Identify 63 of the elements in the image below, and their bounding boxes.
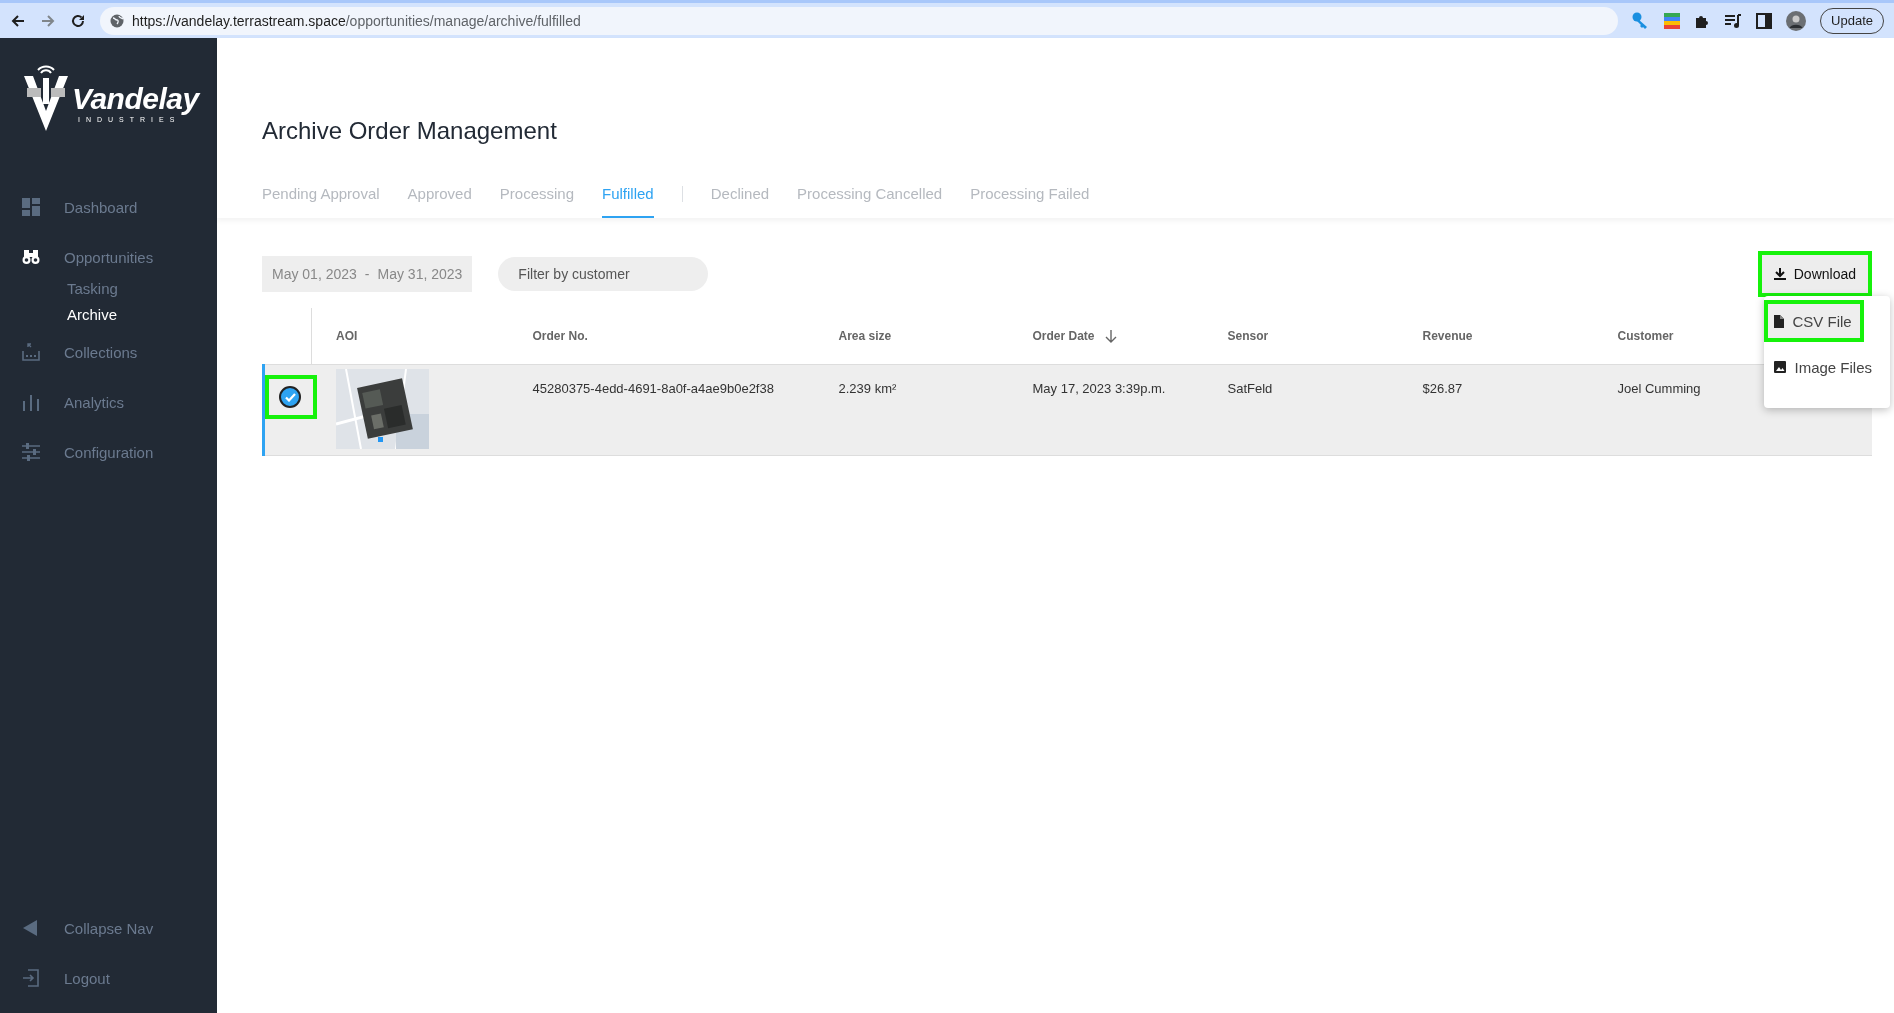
side-panel-icon[interactable] xyxy=(1756,12,1773,29)
row-checkbox[interactable] xyxy=(279,386,301,408)
table-cell: SatFeld xyxy=(1227,381,1273,396)
table-cell: 2.239 km² xyxy=(838,381,897,396)
binoculars-icon xyxy=(22,248,40,266)
triangle-left-icon xyxy=(22,919,40,937)
column-header[interactable]: Customer xyxy=(1617,329,1674,343)
url-text: https://vandelay.terrastream.space/opportunities/manage/archive/fulfilled xyxy=(132,12,581,29)
date-range-field[interactable]: May 01, 2023 - May 31, 2023 xyxy=(262,256,473,292)
tray-icon xyxy=(22,343,40,361)
tab[interactable]: Declined xyxy=(710,185,770,218)
brand-name: Vandelay xyxy=(72,82,199,116)
column-header[interactable]: Area size xyxy=(838,329,892,343)
avatar-icon[interactable] xyxy=(1786,10,1807,31)
logout-icon xyxy=(22,969,40,987)
date-separator: - xyxy=(364,266,370,282)
tab[interactable]: Processing Failed xyxy=(970,185,1090,218)
tab[interactable]: Processing Cancelled xyxy=(797,185,943,218)
stacked-bars-icon[interactable] xyxy=(1664,11,1681,30)
sliders-icon xyxy=(22,443,40,461)
tab[interactable]: Approved xyxy=(407,185,472,218)
bar-chart-icon xyxy=(22,393,40,411)
nav-item[interactable]: Opportunities xyxy=(0,232,217,282)
check-icon xyxy=(284,392,296,402)
tab[interactable]: Pending Approval xyxy=(262,185,380,218)
end-date: May 31, 2023 xyxy=(377,266,463,282)
table-cell: Joel Cumming xyxy=(1617,381,1701,396)
globe-icon xyxy=(110,13,124,28)
nav-item[interactable]: Logout xyxy=(0,953,217,1003)
table-cell: 45280375-4edd-4691-8a0f-a4ae9b0e2f38 xyxy=(532,381,774,396)
reload-icon[interactable] xyxy=(70,12,86,29)
address-bar[interactable]: https://vandelay.terrastream.space/opportunities/manage/archive/fulfilled xyxy=(100,6,1619,35)
menu-item[interactable]: Image Files xyxy=(1768,350,1880,384)
forward-icon[interactable] xyxy=(40,12,56,29)
update-button[interactable]: Update xyxy=(1820,7,1884,34)
nav-item[interactable]: Collections xyxy=(0,327,217,377)
tab[interactable]: Processing xyxy=(499,185,574,218)
nav-subitem[interactable]: Archive xyxy=(67,306,118,323)
dashboard-icon xyxy=(22,198,40,216)
image-icon xyxy=(1774,361,1787,373)
column-header[interactable]: AOI xyxy=(336,329,358,343)
table-cell: $26.87 xyxy=(1422,381,1463,396)
column-header[interactable]: Revenue xyxy=(1422,329,1473,343)
customer-filter-field[interactable]: Filter by customer xyxy=(498,257,709,291)
nav-subitem[interactable]: Tasking xyxy=(67,280,118,297)
menu-item[interactable]: CSV File xyxy=(1768,304,1860,338)
column-header[interactable]: Order No. xyxy=(532,329,588,343)
playlist-icon[interactable] xyxy=(1724,12,1743,29)
table-cell: May 17, 2023 3:39p.m. xyxy=(1032,381,1166,396)
nav-item[interactable]: Collapse Nav xyxy=(0,903,217,953)
column-header[interactable]: Order Date xyxy=(1032,328,1095,343)
nav-item[interactable]: Dashboard xyxy=(0,182,217,232)
start-date: May 01, 2023 xyxy=(272,266,357,282)
tab[interactable]: Fulfilled xyxy=(602,185,654,218)
page-title: Archive Order Management xyxy=(262,117,558,145)
sort-arrow-icon[interactable] xyxy=(1104,330,1117,344)
column-header[interactable]: Sensor xyxy=(1227,329,1269,343)
file-icon xyxy=(1774,314,1785,328)
nav-item[interactable]: Configuration xyxy=(0,427,217,477)
download-button[interactable]: Download xyxy=(1761,255,1868,293)
nav-item[interactable]: Analytics xyxy=(0,377,217,427)
download-icon xyxy=(1773,268,1786,280)
back-icon[interactable] xyxy=(10,12,26,29)
